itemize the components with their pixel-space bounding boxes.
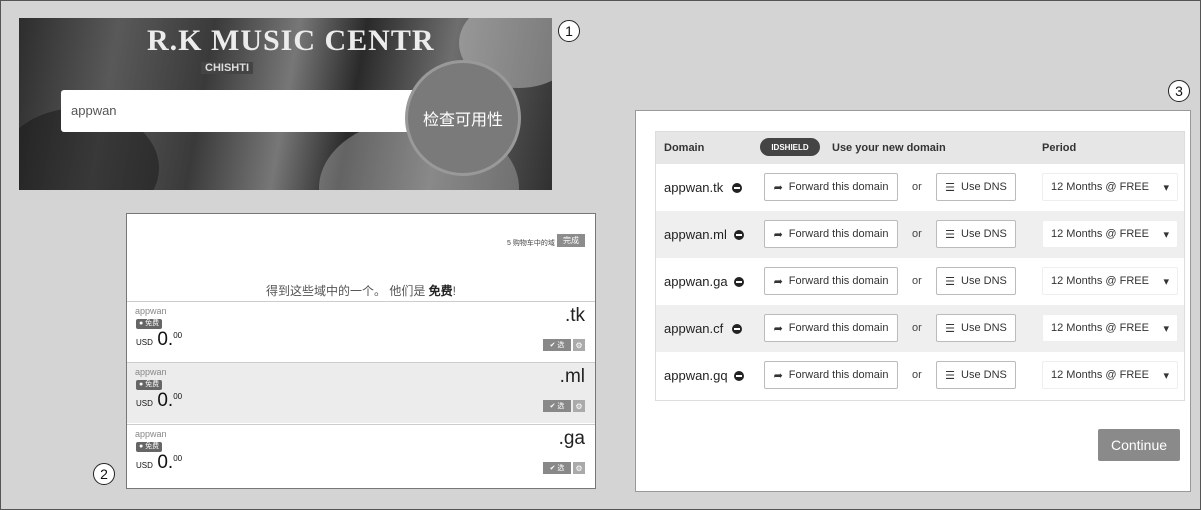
list-icon: ☰ [945,275,956,288]
done-button[interactable]: 完成 [557,234,585,247]
chevron-down-icon: ▾ [1163,322,1169,335]
or-text: or [912,322,922,334]
select-button[interactable]: ✔ 选 [543,339,571,351]
select-button[interactable]: ✔ 选 [543,462,571,474]
remove-icon[interactable] [734,230,744,240]
search-input-value: appwan [71,103,117,118]
domain-config-panel: Domain IDSHIELD Use your new domain Peri… [635,110,1191,492]
gear-icon[interactable]: ⚙ [573,339,585,351]
table-row: appwan.ga ➦ Forward this domain or ☰ Use D… [656,258,1184,305]
tld-label: .ml [559,366,585,387]
domain-name: appwan.ga [664,274,728,289]
price: USD 0.00 [136,452,183,473]
list-icon: ☰ [945,369,956,382]
shop-sign-subtext: CHISHTI [201,62,253,74]
table-row: appwan.ml ➦ Forward this domain or ☰ Use D… [656,211,1184,258]
domain-name: appwan.gq [664,368,728,383]
forward-icon: ➦ [773,181,783,194]
forward-icon: ➦ [773,322,783,335]
free-badge: ● 免费 [136,319,163,329]
domain-offer-row: appwan ● 免费 USD 0.00 .ml ✔ 选 ⚙ [127,362,595,423]
chevron-down-icon: ▾ [1163,275,1169,288]
domain-name: appwan.cf [664,321,724,336]
chevron-down-icon: ▾ [1163,228,1169,241]
price: USD 0.00 [136,329,183,350]
domain-name: appwan [135,306,167,316]
free-badge: ● 免费 [136,442,163,452]
remove-icon[interactable] [732,183,742,193]
forward-domain-button[interactable]: ➦ Forward this domain [764,361,898,389]
col-period: Period [1042,142,1077,154]
free-domains-headline: 得到这些域中的一个。 他们是 免费! [265,284,457,298]
period-select[interactable]: 12 Months @ FREE ▾ [1042,314,1178,342]
domain-name: appwan [135,367,167,377]
tld-label: .tk [564,305,585,326]
domain-search-input[interactable]: appwan [61,90,441,132]
list-icon: ☰ [945,181,956,194]
use-dns-button[interactable]: ☰ Use DNS [936,267,1016,295]
free-badge: ● 免费 [136,380,163,390]
remove-icon[interactable] [734,371,744,381]
table-header: Domain IDSHIELD Use your new domain Peri… [656,132,1184,164]
domain-name: appwan.tk [664,180,724,195]
col-use: Use your new domain [832,142,946,154]
shop-sign-text: R.K MUSIC CENTR [147,24,435,57]
use-dns-button[interactable]: ☰ Use DNS [936,173,1016,201]
forward-domain-button[interactable]: ➦ Forward this domain [764,220,898,248]
domain-offer-row: appwan ● 免费 USD 0.00 .ga ✔ 选 ⚙ [127,424,595,485]
panel-marker-1: 1 [558,20,580,42]
or-text: or [912,181,922,193]
period-select[interactable]: 12 Months @ FREE ▾ [1042,220,1178,248]
col-domain: Domain [664,142,705,154]
free-domains-panel: 5 购物车中的域 完成 得到这些域中的一个。 他们是 免费! appwan ● … [126,213,596,489]
forward-domain-button[interactable]: ➦ Forward this domain [764,314,898,342]
chevron-down-icon: ▾ [1163,181,1169,194]
forward-icon: ➦ [773,275,783,288]
use-dns-button[interactable]: ☰ Use DNS [936,361,1016,389]
chevron-down-icon: ▾ [1163,369,1169,382]
domain-name: appwan.ml [664,227,727,242]
forward-icon: ➦ [773,228,783,241]
price: USD 0.00 [136,390,183,411]
forward-domain-button[interactable]: ➦ Forward this domain [764,267,898,295]
or-text: or [912,275,922,287]
check-availability-button[interactable]: 检查可用性 [405,60,521,176]
gear-icon[interactable]: ⚙ [573,400,585,412]
remove-icon[interactable] [734,277,744,287]
gear-icon[interactable]: ⚙ [573,462,585,474]
or-text: or [912,228,922,240]
remove-icon[interactable] [732,324,742,334]
forward-domain-button[interactable]: ➦ Forward this domain [764,173,898,201]
or-text: or [912,369,922,381]
cart-count-text: 5 购物车中的域 [507,240,555,247]
table-row: appwan.gq ➦ Forward this domain or ☰ Use D… [656,352,1184,399]
list-icon: ☰ [945,228,956,241]
table-row: appwan.cf ➦ Forward this domain or ☰ Use D… [656,305,1184,352]
tld-label: .ga [558,428,585,449]
search-hero-panel: R.K MUSIC CENTR CHISHTI appwan 检查可用性 [19,18,552,190]
select-button[interactable]: ✔ 选 [543,400,571,412]
continue-button[interactable]: Continue [1098,429,1180,461]
period-select[interactable]: 12 Months @ FREE ▾ [1042,173,1178,201]
domain-name: appwan [135,429,167,439]
idshield-icon: IDSHIELD [760,138,820,156]
use-dns-button[interactable]: ☰ Use DNS [936,314,1016,342]
period-select[interactable]: 12 Months @ FREE ▾ [1042,361,1178,389]
use-dns-button[interactable]: ☰ Use DNS [936,220,1016,248]
table-row: appwan.tk ➦ Forward this domain or ☰ Use D… [656,164,1184,211]
panel-marker-3: 3 [1168,80,1190,102]
forward-icon: ➦ [773,369,783,382]
list-icon: ☰ [945,322,956,335]
panel-marker-2: 2 [93,463,115,485]
domain-table: Domain IDSHIELD Use your new domain Peri… [655,131,1185,401]
period-select[interactable]: 12 Months @ FREE ▾ [1042,267,1178,295]
domain-offer-row: appwan ● 免费 USD 0.00 .tk ✔ 选 ⚙ [127,301,595,362]
